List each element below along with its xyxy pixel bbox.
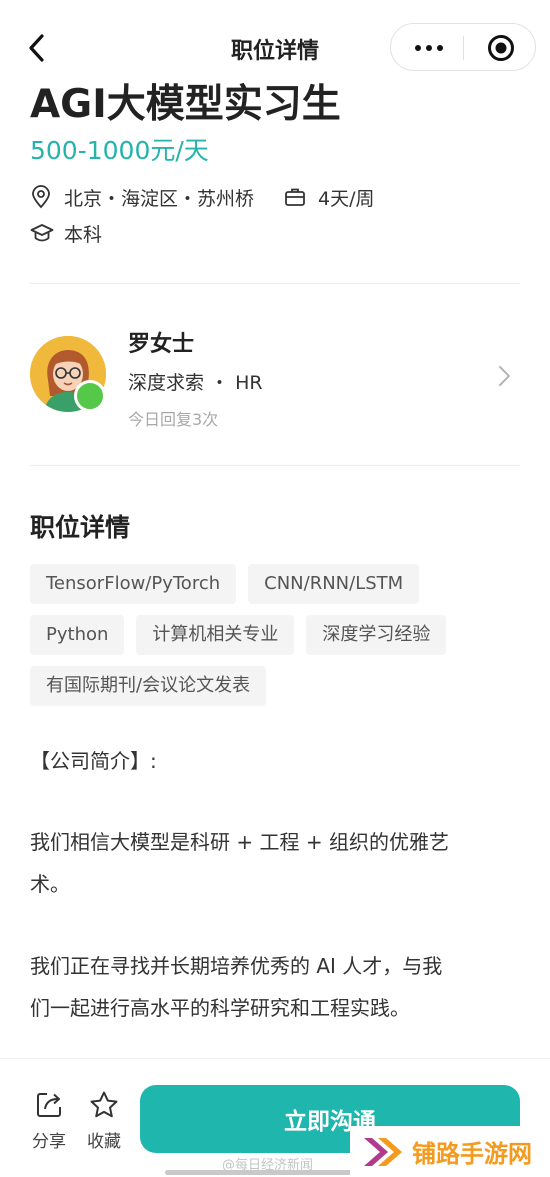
online-status-badge <box>74 380 106 412</box>
site-watermark: 铺路手游网 <box>350 1126 550 1177</box>
recruiter-card[interactable]: 罗女士 深度求索 ・ HR 今日回复3次 <box>30 318 520 438</box>
skill-tag: 计算机相关专业 <box>136 615 295 655</box>
chevron-right-icon <box>499 366 510 386</box>
job-meta-row: 北京・海淀区・苏州桥 4天/周 <box>30 182 375 212</box>
job-title: AGI大模型实习生 <box>30 82 341 127</box>
description-line: 我们相信大模型是科研 + 工程 + 组织的优雅艺 <box>30 830 449 854</box>
share-label: 分享 <box>32 1132 66 1152</box>
description-line: 我们正在寻找并长期培养优秀的 AI 人才，与我 <box>30 954 443 978</box>
graduation-cap-icon <box>30 221 54 245</box>
divider <box>30 465 520 466</box>
more-button[interactable] <box>409 36 449 60</box>
briefcase-icon <box>284 185 308 209</box>
divider <box>30 283 520 284</box>
favorite-button[interactable]: 收藏 <box>82 1089 126 1152</box>
intro-heading: 【公司简介】: <box>30 749 157 773</box>
share-icon <box>27 1089 71 1121</box>
mini-program-capsule <box>390 23 536 71</box>
site-watermark-text: 铺路手游网 <box>412 1140 532 1168</box>
target-icon[interactable] <box>487 34 515 62</box>
location-pin-icon <box>30 185 54 209</box>
favorite-label: 收藏 <box>87 1132 121 1152</box>
job-education: 本科 <box>64 223 103 246</box>
skill-tag: Python <box>30 615 125 655</box>
skill-tags: TensorFlow/PyTorch CNN/RNN/LSTM Python 计… <box>30 564 530 717</box>
description-line: 们一起进行高水平的科学研究和工程实践。 <box>30 996 410 1020</box>
recruiter-company-role: 深度求索 ・ HR <box>128 372 263 394</box>
capsule-divider <box>463 36 464 60</box>
section-title-job-details: 职位详情 <box>30 513 131 542</box>
share-button[interactable]: 分享 <box>27 1089 71 1152</box>
skill-tag: 有国际期刊/会议论文发表 <box>30 666 267 706</box>
site-logo-icon <box>364 1137 402 1166</box>
education-row: 本科 <box>30 218 102 248</box>
skill-tag: TensorFlow/PyTorch <box>30 564 237 604</box>
salary: 500-1000元/天 <box>30 136 209 165</box>
recruiter-activity: 今日回复3次 <box>128 410 219 429</box>
job-location: 北京・海淀区・苏州桥 <box>64 187 255 210</box>
recruiter-name: 罗女士 <box>128 332 195 357</box>
more-icon <box>415 45 421 51</box>
job-schedule: 4天/周 <box>318 187 375 210</box>
description-line: 术。 <box>30 872 70 896</box>
star-icon <box>82 1089 126 1121</box>
skill-tag: CNN/RNN/LSTM <box>248 564 420 604</box>
skill-tag: 深度学习经验 <box>306 615 447 655</box>
